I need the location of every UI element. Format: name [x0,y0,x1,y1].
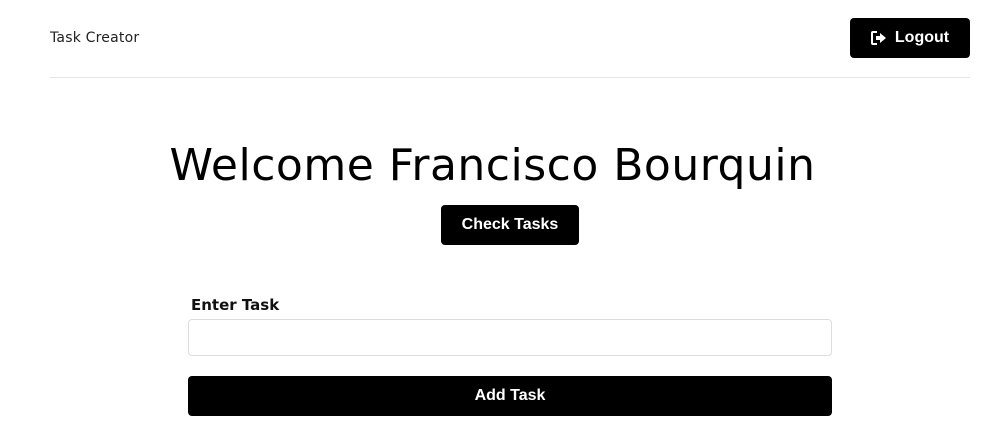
task-label: Enter Task [191,296,280,314]
task-input[interactable] [188,319,832,356]
add-task-button[interactable]: Add Task [188,376,832,416]
check-tasks-button[interactable]: Check Tasks [441,205,579,245]
brand-link[interactable]: Task Creator [50,30,139,46]
sign-out-icon [870,31,887,45]
page: Task Creator Logout Welcome Francisco Bo… [0,0,985,431]
logout-label: Logout [894,29,950,46]
logout-button[interactable]: Logout [850,18,970,58]
welcome-heading: Welcome Francisco Bourquin [169,140,816,191]
navbar: Task Creator Logout [50,0,970,78]
